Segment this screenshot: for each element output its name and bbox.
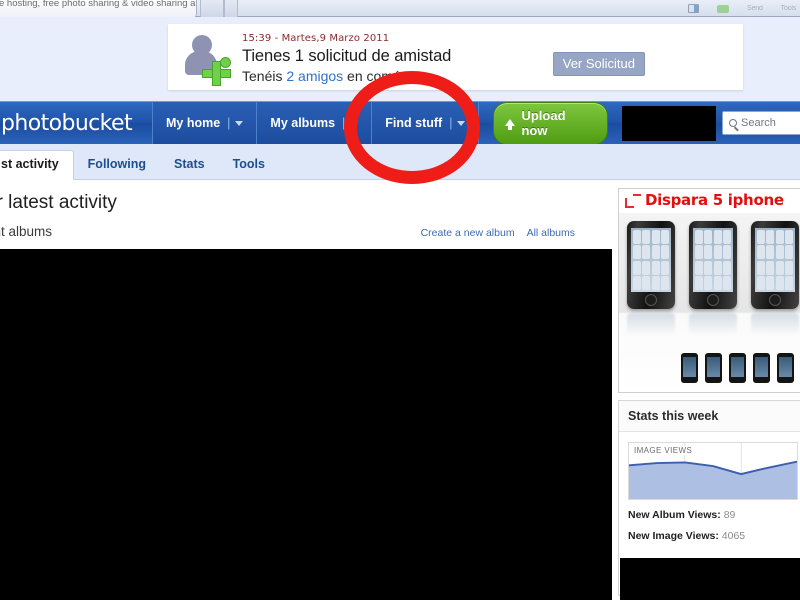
- redacted-album-thumbnails: [0, 249, 612, 600]
- notification-heading: Tienes 1 solicitud de amistad: [242, 47, 452, 65]
- nav-item-my-home-label: My home: [165, 116, 221, 130]
- new-image-views-value: 4065: [721, 530, 746, 542]
- nav-item-my-albums[interactable]: My albums |: [256, 102, 372, 144]
- image-views-chart[interactable]: IMAGE VIEWS: [628, 442, 798, 500]
- search-placeholder: Search: [741, 117, 776, 129]
- chevron-down-icon[interactable]: [350, 120, 359, 126]
- nav-item-my-albums-sep: |: [342, 116, 346, 130]
- upload-button-container: Upload now: [478, 101, 621, 145]
- ad-corner-icon: [625, 194, 641, 208]
- chart-label: IMAGE VIEWS: [634, 446, 696, 455]
- tab-following[interactable]: Following: [74, 151, 160, 179]
- new-image-views-row: New Image Views: 4065: [619, 521, 800, 542]
- iphone-mini-image: [753, 353, 770, 383]
- mutual-friends-link[interactable]: 2 amigos: [286, 68, 343, 84]
- monitor-icon[interactable]: [688, 4, 700, 13]
- friend-request-avatar-icon: [180, 35, 234, 86]
- photobucket-navbar: photobucket My home | My albums | Find s…: [0, 101, 800, 145]
- album-links: Create a new album All albums: [421, 227, 575, 239]
- notification-sub-suffix: en común: [343, 68, 409, 84]
- iphone-mini-image: [681, 353, 698, 383]
- upload-arrow-icon: [505, 119, 516, 130]
- chevron-down-icon[interactable]: [457, 120, 466, 126]
- new-album-views-row: New Album Views: 89: [619, 500, 800, 521]
- search-input[interactable]: Search: [722, 111, 800, 135]
- notification-sub-prefix: Tenéis: [242, 68, 287, 84]
- new-album-views-label: New Album Views:: [628, 509, 721, 521]
- browser-new-tab-button[interactable]: [224, 0, 238, 17]
- notification-timestamp: 15:39 - Martes,9 Marzo 2011: [242, 33, 390, 44]
- recent-albums-heading: ent albums: [0, 224, 53, 239]
- iphone-mini-image: [777, 353, 794, 383]
- tab-stats[interactable]: Stats: [160, 151, 219, 179]
- tab-latest-activity[interactable]: st activity: [0, 150, 74, 180]
- browser-toolbar-icons: Send Tools: [688, 0, 796, 17]
- page-title: ur latest activity: [0, 192, 117, 213]
- nav-item-my-home-sep: |: [227, 116, 231, 130]
- nav-item-my-albums-label: My albums: [270, 116, 336, 130]
- iphone-image: [627, 221, 675, 309]
- advertisement-banner[interactable]: Dispara 5 iphone: [618, 188, 800, 393]
- upload-now-button[interactable]: Upload now: [493, 101, 608, 145]
- view-request-button[interactable]: Ver Solicitud: [552, 52, 645, 76]
- ad-title: Dispara 5 iphone: [645, 191, 784, 209]
- iphone-image: [689, 221, 737, 309]
- browser-tab[interactable]: e hosting, free photo sharing & video sh…: [0, 0, 197, 17]
- iphone-image: [751, 221, 799, 309]
- all-albums-link[interactable]: All albums: [527, 227, 575, 239]
- friend-request-notification[interactable]: 15:39 - Martes,9 Marzo 2011 Tienes 1 sol…: [168, 24, 743, 90]
- stats-panel-header: Stats this week: [619, 401, 800, 432]
- new-image-views-label: New Image Views:: [628, 530, 719, 542]
- browser-tab-title: e hosting, free photo sharing & video sh…: [0, 0, 197, 9]
- create-new-album-link[interactable]: Create a new album: [421, 227, 515, 239]
- right-sidebar: Dispara 5 iphone Stats this week IMAGE V…: [612, 180, 800, 600]
- logo-text: photobucket: [1, 110, 133, 136]
- activity-tabbar: st activity Following Stats Tools: [0, 144, 800, 180]
- ad-image: [619, 213, 800, 392]
- toolbar-label-send[interactable]: Send: [747, 5, 763, 12]
- iphone-mini-image: [705, 353, 722, 383]
- chevron-down-icon[interactable]: [235, 120, 244, 126]
- chat-icon[interactable]: [717, 4, 730, 13]
- nav-item-my-home[interactable]: My home |: [151, 102, 257, 144]
- main-content: ur latest activity ent albums Create a n…: [0, 180, 612, 600]
- iphone-mini-image: [729, 353, 746, 383]
- nav-item-find-stuff-sep: |: [449, 116, 453, 130]
- nav-item-find-stuff-label: Find stuff: [385, 116, 443, 130]
- new-album-views-value: 89: [723, 509, 736, 521]
- notification-subtext: Tenéis 2 amigos en común: [242, 68, 451, 84]
- search-icon: [729, 119, 738, 127]
- redacted-sidebar-area: [620, 558, 800, 600]
- toolbar-label-tools[interactable]: Tools: [781, 5, 797, 12]
- screenshot-root: e hosting, free photo sharing & video sh…: [0, 0, 800, 600]
- upload-now-label: Upload now: [521, 107, 566, 138]
- photobucket-logo[interactable]: photobucket: [0, 102, 144, 144]
- recent-albums-row: ent albums Create a new album All albums: [0, 214, 612, 239]
- browser-tab-next[interactable]: [200, 0, 224, 17]
- redacted-account-area: [621, 105, 717, 141]
- tab-tools[interactable]: Tools: [219, 151, 279, 179]
- nav-item-find-stuff[interactable]: Find stuff |: [371, 102, 479, 144]
- browser-chrome: e hosting, free photo sharing & video sh…: [0, 0, 800, 17]
